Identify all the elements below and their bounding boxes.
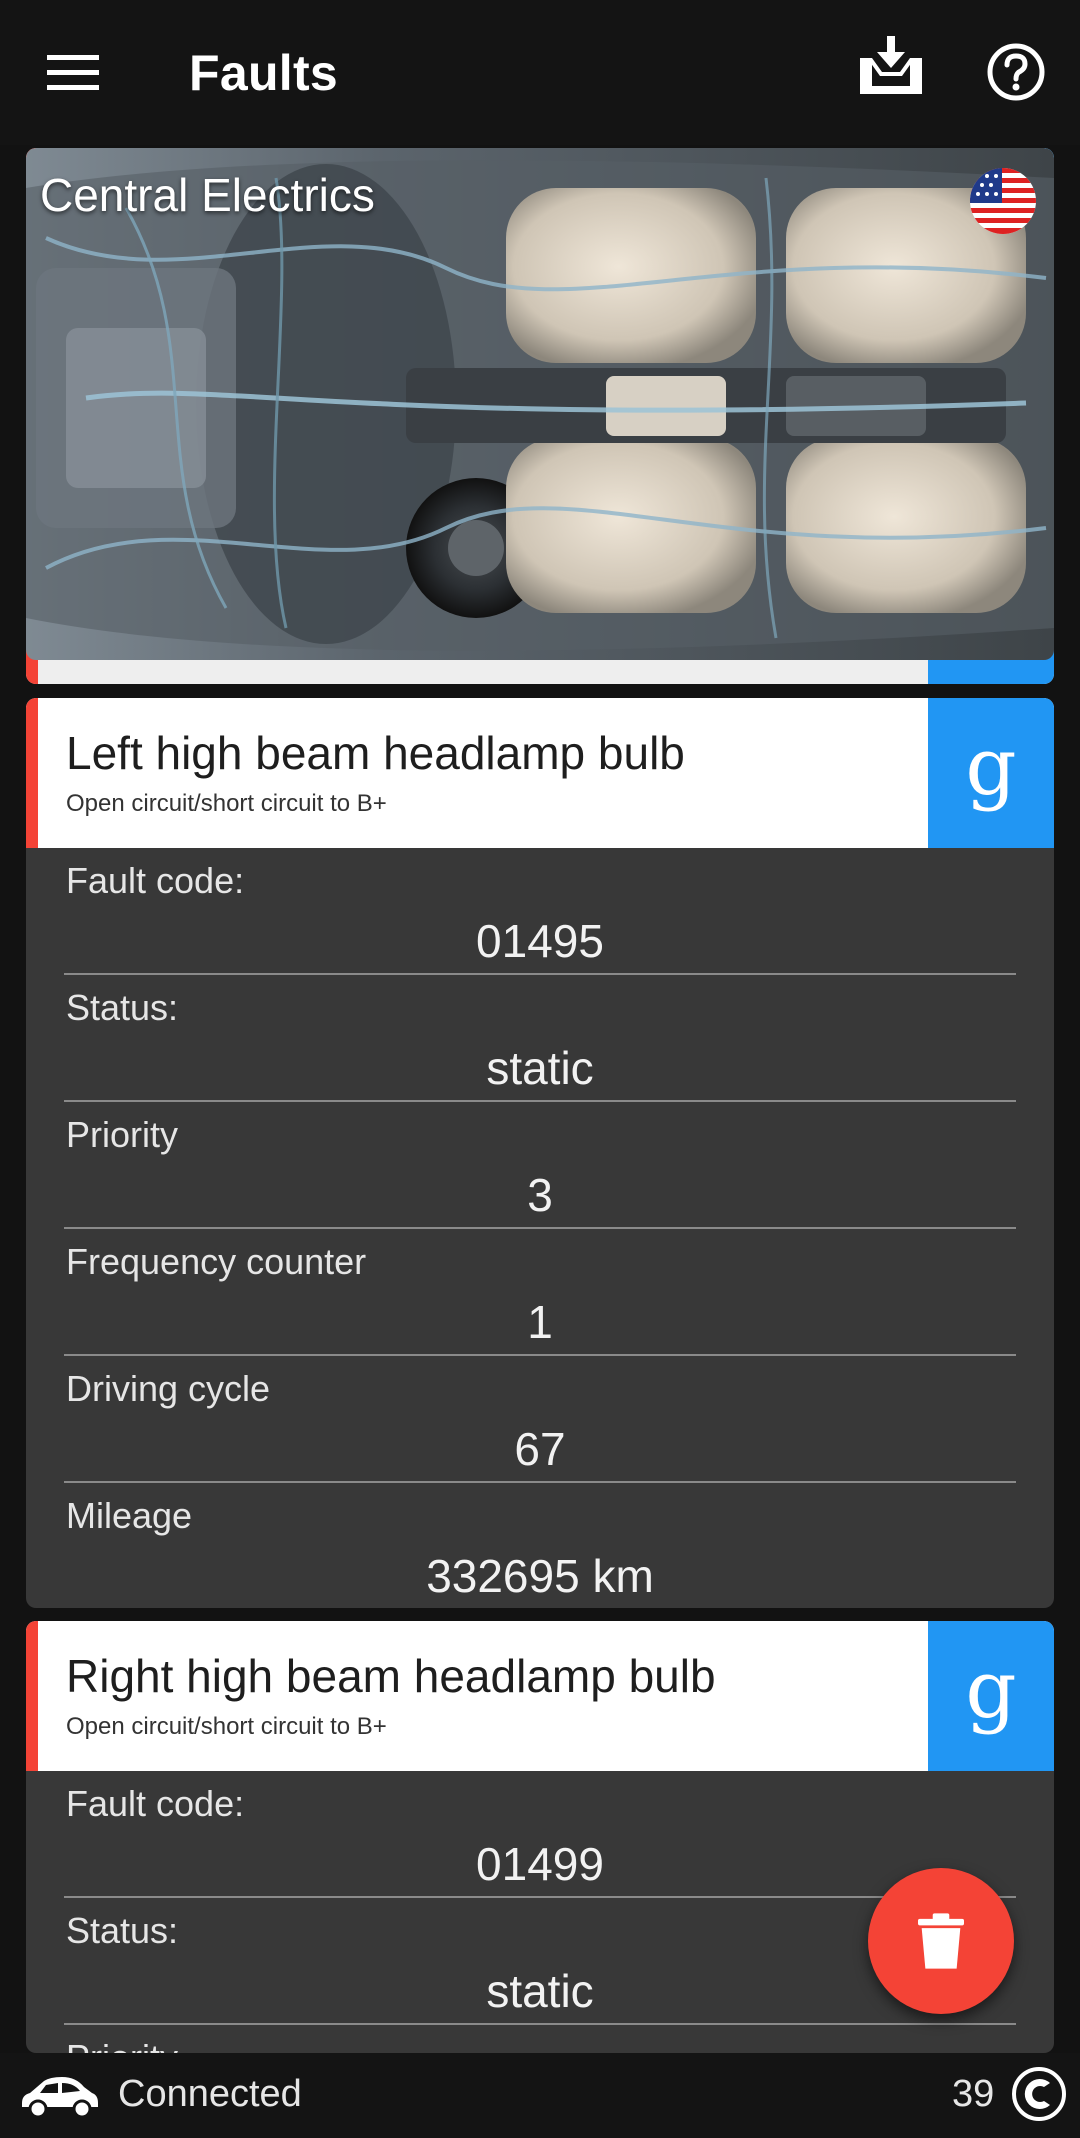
trash-icon [918,1913,964,1969]
field-driving-cycle: Driving cycle 67 [64,1356,1016,1483]
menu-icon [47,55,99,90]
severity-bar [26,1621,38,1771]
field-label: Mileage [66,1495,193,1536]
status-bar: Connected 39 [0,2053,1080,2138]
car-wiring-image [26,148,1054,660]
module-title: Central Electrics [40,169,375,221]
fault-count: 39 [952,2073,995,2115]
field-priority: Priority 3 [64,1102,1016,1229]
connection-status: Connected [118,2073,302,2115]
us-flag-icon[interactable] [970,168,1036,234]
field-value: 01499 [476,1838,604,1890]
fault-description: Open circuit/short circuit to B+ [66,1713,387,1740]
google-g-icon: g [965,1643,1017,1736]
field-mileage: Mileage 332695 km [64,1483,1016,1608]
google-g-icon: g [965,720,1017,813]
fault-card: Left high beam headlamp bulb Open circui… [26,698,1054,1608]
field-value: 1 [527,1296,553,1348]
field-status: Status: static [64,975,1016,1102]
field-label: Frequency counter [66,1241,367,1282]
delete-faults-button[interactable] [868,1868,1014,2014]
fault-name: Left high beam headlamp bulb [66,727,685,779]
help-circle-icon [987,43,1045,101]
google-search-button[interactable]: g [928,698,1054,848]
connection-c-icon[interactable] [1010,2065,1068,2123]
field-frequency-counter: Frequency counter 1 [64,1229,1016,1356]
field-label: Status: [66,987,179,1028]
fault-description: Open circuit/short circuit to B+ [66,790,387,817]
app-bar: Faults [0,0,1080,145]
fault-name: Right high beam headlamp bulb [66,1650,716,1702]
car-icon [22,2077,98,2119]
field-label: Status: [66,1910,179,1951]
field-value: static [486,1042,594,1094]
download-button[interactable] [858,32,924,98]
severity-bar [26,698,38,848]
field-label: Fault code: [66,860,245,901]
google-search-button[interactable]: g [928,1621,1054,1771]
field-value: 3 [527,1169,553,1221]
fault-header[interactable]: Left high beam headlamp bulb Open circui… [26,698,1054,848]
field-label: Priority [66,1114,179,1155]
field-priority: Priority [64,2025,1016,2053]
field-value: 01495 [476,915,604,967]
field-label: Priority [66,2037,178,2053]
page-title: Faults [189,45,339,101]
fault-header[interactable]: Right high beam headlamp bulb Open circu… [26,1621,1054,1771]
module-header-card: Central Electrics [26,148,1054,684]
menu-button[interactable] [40,40,106,106]
field-value: 67 [514,1423,566,1475]
field-fault-code: Fault code: 01499 [64,1771,1016,1898]
download-tray-icon [860,36,922,94]
field-label: Driving cycle [66,1368,271,1409]
help-button[interactable] [986,42,1046,102]
field-label: Fault code: [66,1783,245,1824]
field-value: static [486,1965,594,2017]
field-value: 332695 km [426,1550,654,1602]
field-fault-code: Fault code: 01495 [64,848,1016,975]
